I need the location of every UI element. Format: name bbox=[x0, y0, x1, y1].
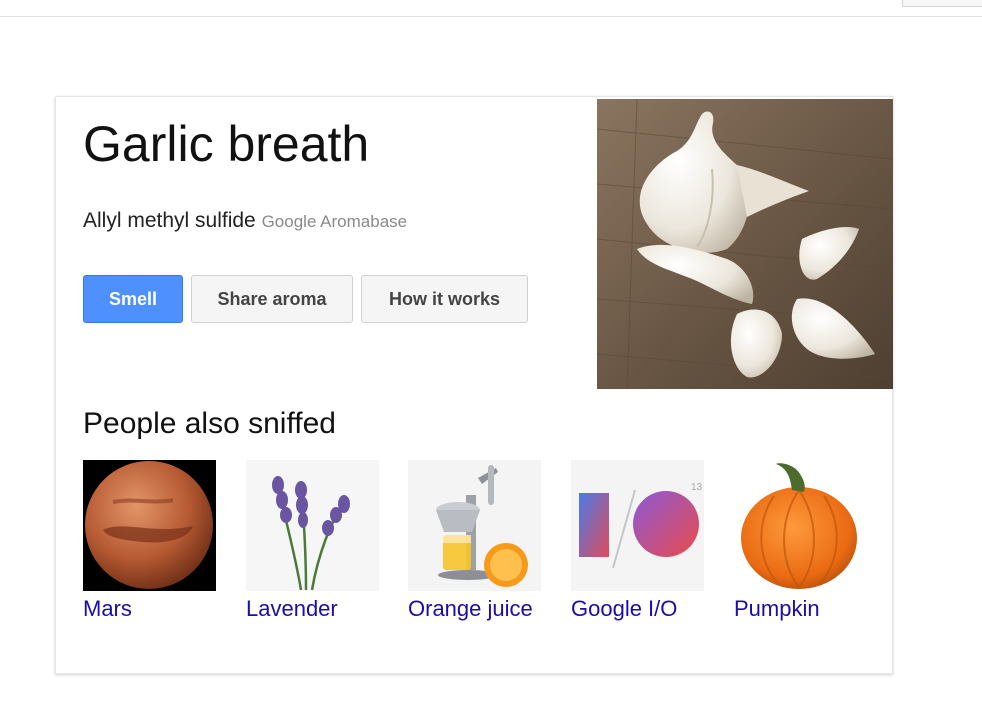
pumpkin-thumbnail[interactable] bbox=[734, 460, 867, 591]
related-item-mars[interactable]: Mars bbox=[83, 460, 223, 622]
knowledge-card: Garlic breath Allyl methyl sulfide Googl… bbox=[55, 96, 893, 674]
related-item-orange-juice[interactable]: Orange juice bbox=[408, 460, 548, 622]
related-label[interactable]: Lavender bbox=[246, 596, 386, 622]
orange-juice-thumbnail[interactable] bbox=[408, 460, 541, 591]
smell-button[interactable]: Smell bbox=[83, 275, 183, 323]
garlic-illustration bbox=[597, 99, 893, 389]
top-right-tab bbox=[902, 0, 982, 7]
related-label[interactable]: Google I/O bbox=[571, 596, 711, 622]
mars-thumbnail[interactable] bbox=[83, 460, 216, 591]
lavender-thumbnail[interactable] bbox=[246, 460, 379, 591]
google-io-thumbnail[interactable]: 13 bbox=[571, 460, 704, 591]
related-item-lavender[interactable]: Lavender bbox=[246, 460, 386, 622]
garlic-image[interactable] bbox=[597, 99, 893, 389]
compound-name: Allyl methyl sulfide bbox=[83, 209, 256, 232]
top-divider bbox=[0, 16, 982, 17]
how-it-works-button[interactable]: How it works bbox=[361, 275, 528, 323]
related-item-google-io[interactable]: 13 Google I/O bbox=[571, 460, 711, 622]
card-title: Garlic breath bbox=[83, 116, 370, 172]
related-label[interactable]: Pumpkin bbox=[734, 596, 874, 622]
io-badge: 13 bbox=[691, 482, 703, 493]
related-label[interactable]: Mars bbox=[83, 596, 223, 622]
related-item-pumpkin[interactable]: Pumpkin bbox=[734, 460, 874, 622]
people-also-sniffed-heading: People also sniffed bbox=[83, 407, 336, 440]
card-subtitle: Allyl methyl sulfide Google Aromabase bbox=[83, 209, 407, 233]
related-label[interactable]: Orange juice bbox=[408, 596, 548, 622]
share-aroma-button[interactable]: Share aroma bbox=[191, 275, 353, 323]
source-attribution[interactable]: Google Aromabase bbox=[262, 212, 408, 231]
